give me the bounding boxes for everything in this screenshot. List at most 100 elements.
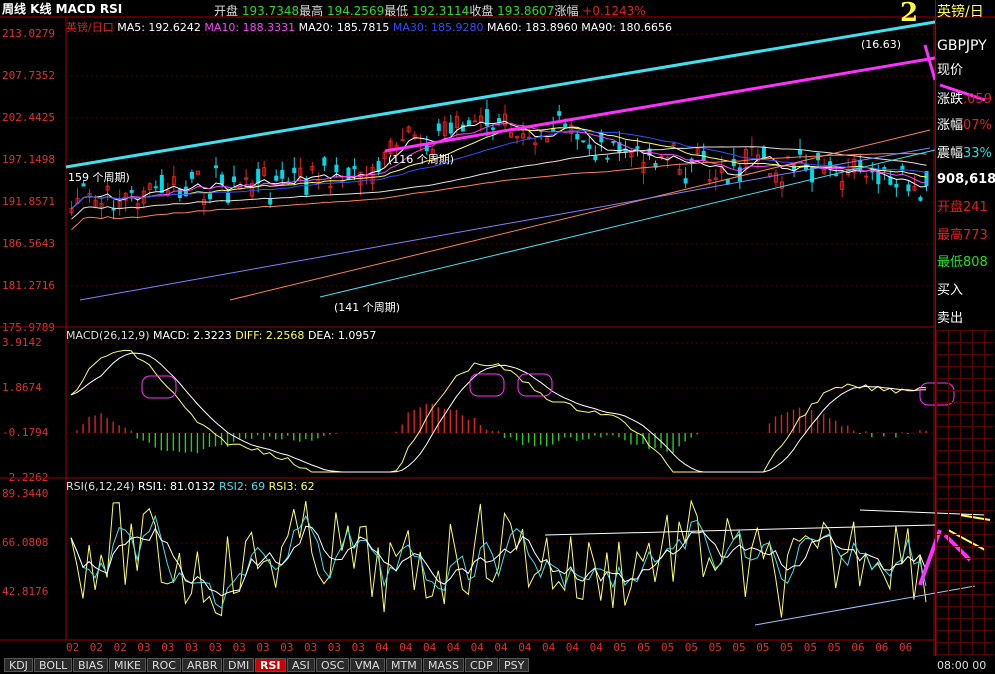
annotation-159: 159 个周期) [68, 171, 130, 184]
candle-body [834, 174, 839, 177]
x-axis-label: 02 [89, 641, 104, 654]
candle-body [725, 178, 730, 185]
candle-body [274, 175, 279, 181]
side-row-low: 最低808 [937, 255, 995, 271]
candle-body [189, 172, 194, 179]
candle-body [924, 171, 929, 187]
tab-arbr[interactable]: ARBR [182, 658, 223, 672]
x-axis-label: 05 [613, 641, 627, 654]
tab-asi[interactable]: ASI [287, 658, 315, 672]
x-axis-label: 05 [661, 641, 675, 654]
candle-body [129, 190, 134, 193]
tab-psy[interactable]: PSY [499, 658, 530, 672]
x-axis-label: 03 [208, 641, 223, 654]
tab-rsi[interactable]: RSI [255, 658, 286, 672]
candle-body [575, 133, 580, 140]
x-axis-label: 03 [137, 641, 151, 654]
tab-osc[interactable]: OSC [316, 658, 350, 672]
candle-body [490, 127, 495, 130]
tab-vma[interactable]: VMA [350, 658, 385, 672]
side-row-pct: 涨幅07% [937, 118, 995, 134]
side-row-high-value: 773 [963, 228, 988, 243]
candle-body [683, 178, 688, 184]
x-axis-label: 04 [399, 641, 413, 654]
ma10-line [71, 122, 927, 209]
candle-body [304, 179, 309, 195]
x-axis-label: 06 [851, 641, 865, 654]
side-row-open-value: 241 [963, 200, 988, 215]
tab-mike[interactable]: MIKE [109, 658, 146, 672]
candle-body [220, 174, 225, 185]
candle-body [346, 167, 351, 180]
candle-body [527, 136, 532, 139]
side-row-pct-value: 07% [963, 118, 992, 133]
side-time-value: 08:00 [937, 659, 969, 672]
candle-body [894, 183, 899, 188]
x-axis-label: 06 [875, 641, 889, 654]
x-axis-label: 03 [327, 641, 342, 654]
x-axis-label: 03 [161, 641, 175, 654]
side-row-bid[interactable]: 买入 [937, 283, 995, 299]
ma200-line [79, 147, 931, 301]
side-row-low-value: 808 [963, 255, 988, 270]
candle-body [232, 176, 237, 183]
candle-body [466, 120, 471, 127]
side-row-change-label: 涨跌 [937, 92, 964, 107]
candle-body [659, 155, 664, 158]
tab-cdp[interactable]: CDP [465, 658, 498, 672]
wave-number: 2 [900, 0, 919, 28]
annotation-141: (141 个周期) [334, 301, 401, 314]
candle-body [605, 157, 610, 160]
candle-body [153, 186, 158, 189]
x-axis-label: 04 [375, 641, 389, 654]
tab-dmi[interactable]: DMI [223, 658, 255, 672]
tab-mass[interactable]: MASS [423, 658, 464, 672]
annotation-116: (116 个周期) [388, 153, 455, 166]
candle-body [563, 123, 568, 127]
side-row-amp: 震幅33% [937, 146, 995, 162]
side-row-open-label: 开盘 [937, 200, 964, 215]
tab-kdj[interactable]: KDJ [4, 658, 33, 672]
annotation-peak: (16.63) [861, 38, 902, 51]
x-axis-label: 05 [637, 641, 651, 654]
candle-body [593, 155, 598, 161]
tab-boll[interactable]: BOLL [34, 658, 73, 672]
candle-body [268, 198, 273, 205]
side-time: 08:00 00 [937, 658, 995, 674]
x-axis-label: 02 [66, 641, 80, 654]
rsi1-line [70, 499, 927, 618]
x-axis-label: 04 [494, 641, 508, 654]
side-row-volume: 908,6184 [937, 172, 995, 187]
side-row-open: 开盘241 [937, 200, 995, 216]
candle-body [798, 149, 803, 155]
candle-body [322, 157, 327, 166]
x-axis-label: 02 [113, 641, 127, 654]
tab-bias[interactable]: BIAS [73, 658, 109, 672]
x-axis-label: 04 [470, 641, 484, 654]
candle-body [870, 170, 875, 173]
dea-line [70, 352, 927, 473]
x-axis-label: 03 [256, 641, 270, 654]
x-axis-label: 04 [542, 641, 556, 654]
x-axis-label: 05 [827, 641, 841, 654]
candle-body [280, 169, 285, 179]
side-time-value-2: 00 [972, 659, 987, 672]
candle-body [256, 168, 261, 184]
candle-body [635, 146, 640, 149]
candle-body [472, 120, 477, 123]
ma120-line [229, 129, 931, 301]
ma30-line [71, 130, 927, 209]
side-row-amp-value: 33% [963, 146, 992, 161]
tab-roc[interactable]: ROC [147, 658, 181, 672]
side-row-ask[interactable]: 卖出 [937, 311, 995, 327]
side-pair: 英镑/日 [937, 4, 984, 20]
x-axis-label: 04 [518, 641, 532, 654]
tab-mtm[interactable]: MTM [386, 658, 422, 672]
chart-window: 周线 K线 MACD RSI 开盘 193.7348最高 194.2569最低 … [0, 0, 995, 674]
candle-body [159, 174, 164, 193]
side-row-amp-label: 震幅 [937, 146, 964, 161]
chart-canvas[interactable] [0, 0, 995, 674]
channel-top-line [65, 20, 936, 169]
candle-body [448, 122, 453, 134]
rsi3-line [70, 525, 927, 597]
